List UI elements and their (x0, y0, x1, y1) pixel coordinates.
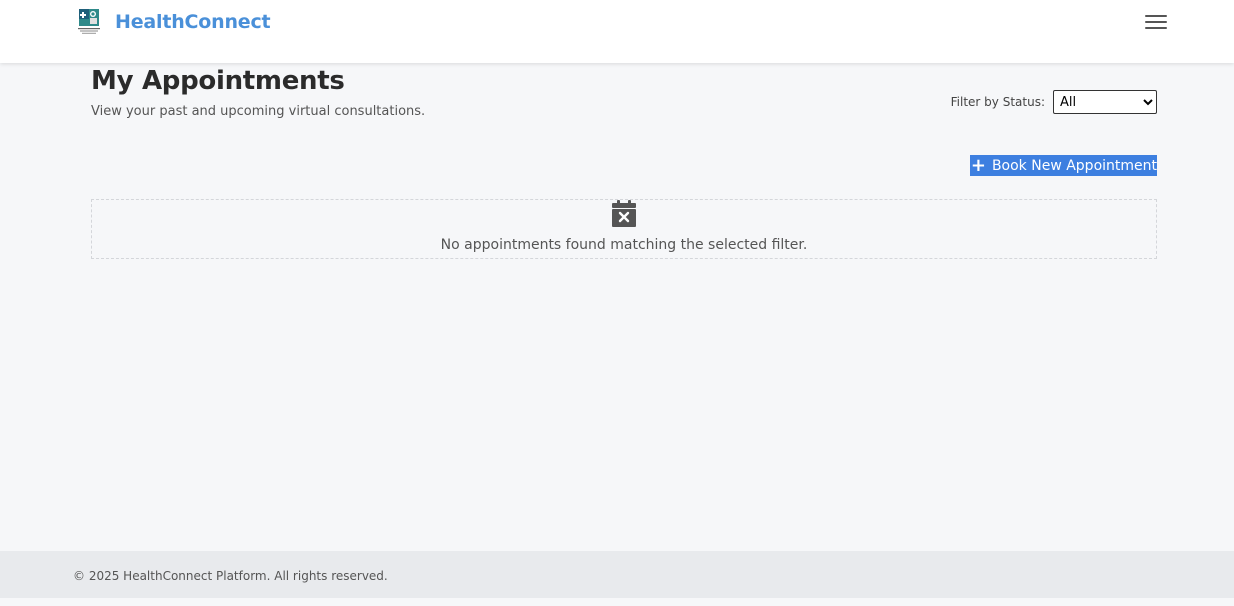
brand-link[interactable]: HealthConnect (73, 6, 271, 38)
status-filter-select[interactable]: All (1053, 90, 1157, 114)
book-new-appointment-button[interactable]: + Book New Appointment (969, 155, 1157, 176)
page-subtitle: View your past and upcoming virtual cons… (91, 104, 426, 119)
status-filter: Filter by Status: All (951, 90, 1157, 114)
healthconnect-logo (73, 6, 105, 38)
filter-label: Filter by Status: (950, 95, 1045, 109)
empty-state: No appointments found matching the selec… (91, 199, 1157, 259)
page-title: My Appointments (91, 66, 345, 96)
empty-state-message: No appointments found matching the selec… (440, 237, 808, 253)
footer-copyright: © 2025 HealthConnect Platform. All right… (73, 569, 388, 583)
page-footer: © 2025 HealthConnect Platform. All right… (0, 551, 1234, 598)
calendar-x-icon (612, 200, 636, 227)
top-navbar: HealthConnect (0, 0, 1234, 63)
hamburger-menu-icon[interactable] (1144, 12, 1169, 33)
book-button-label: Book New Appointment (991, 157, 1157, 174)
plus-icon: + (970, 155, 986, 176)
brand-name: HealthConnect (115, 11, 271, 33)
